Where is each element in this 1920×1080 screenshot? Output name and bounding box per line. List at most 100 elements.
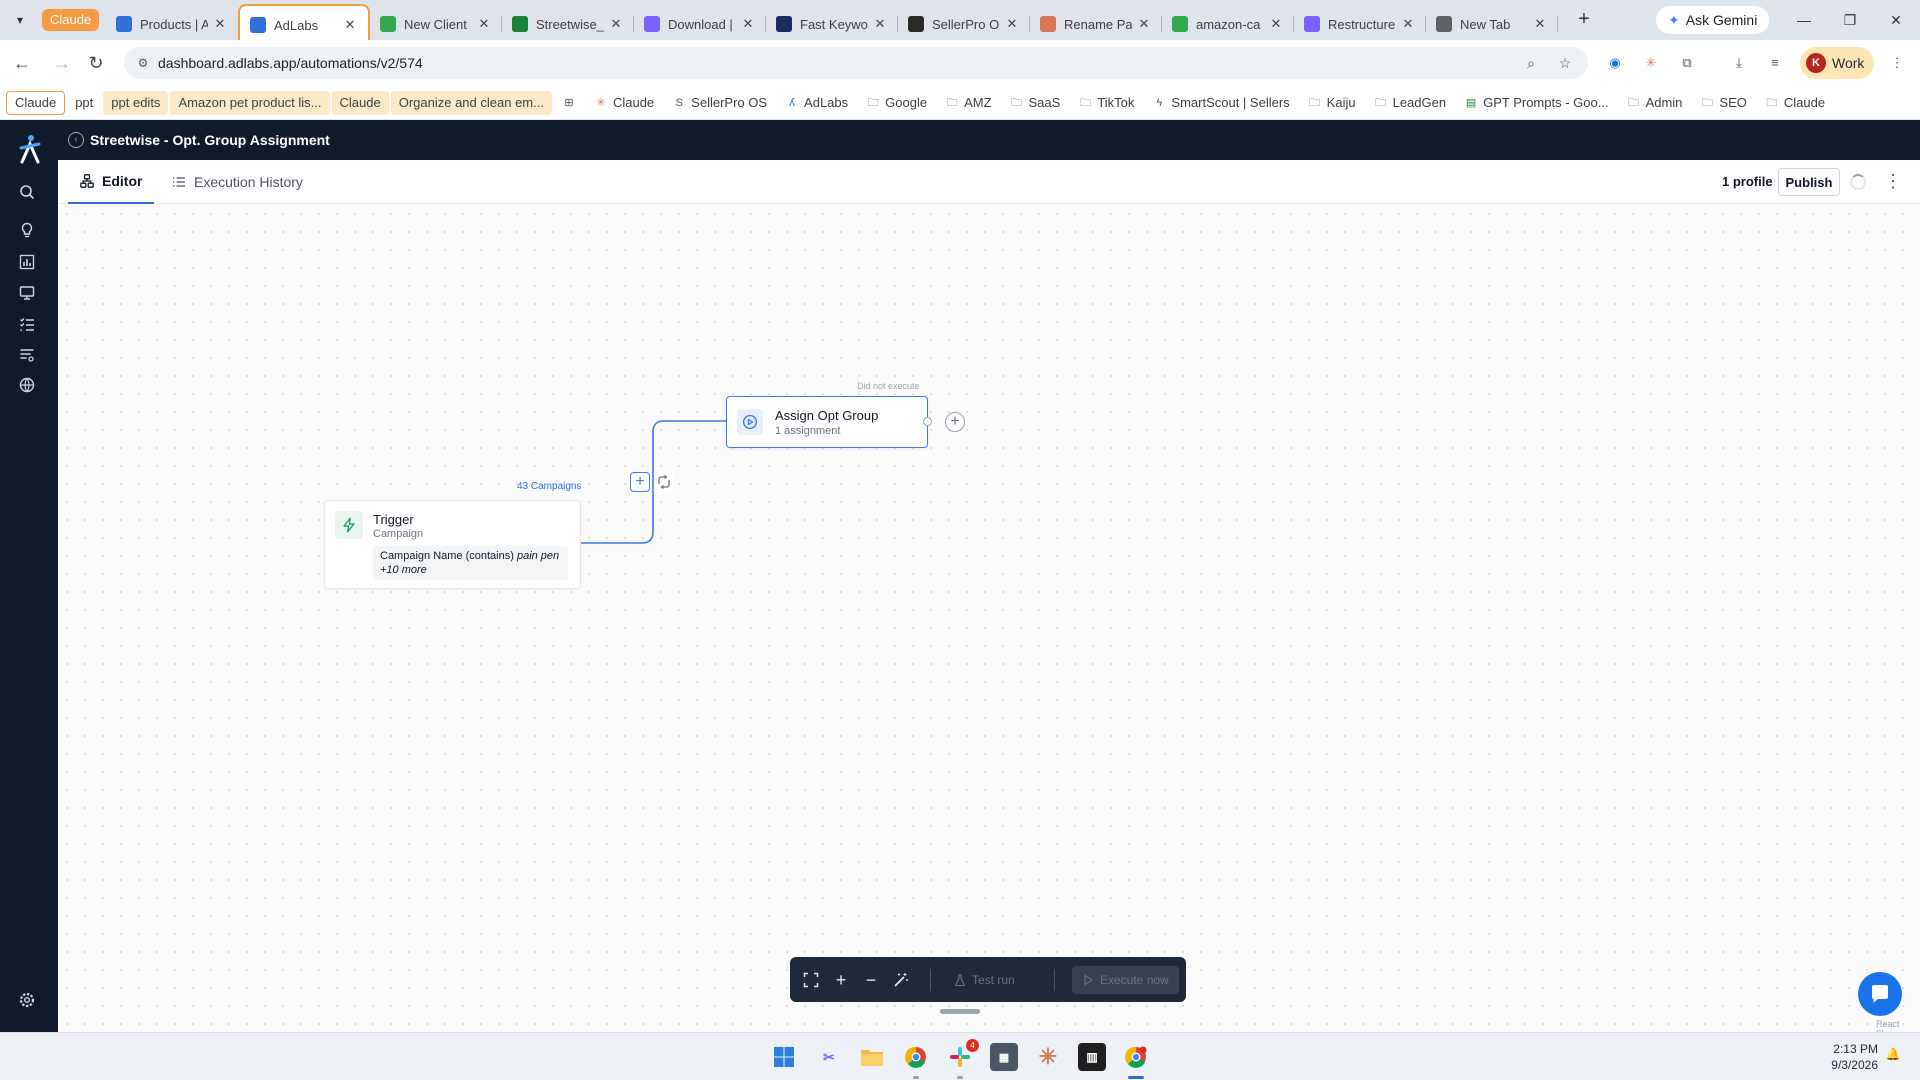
zoom-out-icon[interactable]: − — [858, 967, 884, 993]
bar-chart-icon[interactable] — [17, 252, 37, 272]
chrome-profile-taskbar-icon[interactable] — [1122, 1043, 1150, 1071]
add-next-step-button[interactable]: + — [945, 412, 965, 432]
file-explorer-icon[interactable] — [858, 1043, 886, 1071]
browser-tab[interactable]: New Client ✕ — [370, 8, 502, 40]
publish-button[interactable]: Publish — [1778, 168, 1840, 196]
settings-icon[interactable] — [17, 990, 37, 1010]
browser-tab[interactable]: Restructure ✕ — [1294, 8, 1426, 40]
bookmark-item[interactable]: 🗀 AMZ — [937, 91, 999, 115]
assign-opt-group-node[interactable]: Assign Opt Group 1 assignment — [726, 396, 928, 448]
bookmark-item[interactable]: 🗀 LeadGen — [1366, 91, 1455, 115]
back-arrow-icon[interactable]: ‹ — [68, 132, 84, 148]
bookmark-item[interactable]: 🗀 SaaS — [1002, 91, 1069, 115]
snipping-tool-icon[interactable]: ✂ — [815, 1043, 843, 1071]
bookmark-item[interactable]: ppt — [67, 91, 101, 115]
fit-view-icon[interactable] — [798, 967, 824, 993]
tab-execution-history[interactable]: Execution History — [172, 160, 303, 204]
tab-group-label[interactable]: Claude — [42, 9, 100, 31]
minimize-icon[interactable]: — — [1792, 8, 1816, 32]
claude-extension-icon[interactable]: ✳ — [1640, 52, 1662, 74]
calculator-icon[interactable]: ▦ — [990, 1043, 1018, 1071]
apps-shortcut[interactable]: ⊞ — [554, 91, 584, 115]
browser-tab[interactable]: Fast Keywor ✕ — [766, 8, 898, 40]
close-tab-icon[interactable]: ✕ — [1004, 16, 1020, 32]
adlabs-logo-icon[interactable] — [17, 134, 43, 164]
restore-icon[interactable]: ❐ — [1838, 8, 1862, 32]
chrome-menu-icon[interactable]: ⋮ — [1886, 52, 1908, 74]
analytics-app-icon[interactable]: ▥ — [1078, 1043, 1106, 1071]
automation-name[interactable]: Streetwise - Opt. Group Assignment — [90, 120, 330, 160]
tab-editor[interactable]: Editor — [68, 160, 155, 204]
more-options-icon[interactable]: ⋮ — [1884, 172, 1902, 192]
address-bar[interactable]: ⚙ dashboard.adlabs.app/automations/v2/57… — [124, 47, 1588, 79]
ask-gemini-button[interactable]: ✦ Ask Gemini — [1656, 6, 1770, 34]
bookmark-item[interactable]: ϟ SmartScout | Sellers — [1144, 91, 1297, 115]
claude-taskbar-icon[interactable]: ✳ — [1034, 1043, 1062, 1071]
auto-layout-wand-icon[interactable] — [888, 967, 914, 993]
action-output-handle[interactable] — [923, 417, 932, 426]
browser-tab[interactable]: New Tab ✕ — [1426, 8, 1558, 40]
bookmark-item[interactable]: Amazon pet product lis... — [170, 90, 330, 115]
flow-canvas[interactable] — [58, 205, 1920, 1032]
chrome-taskbar-icon[interactable] — [902, 1043, 930, 1071]
notification-bell-icon[interactable]: 🔔 — [1884, 1047, 1902, 1065]
trigger-node[interactable]: Trigger Campaign Campaign Name (contains… — [324, 500, 581, 589]
bookmark-item[interactable]: Claude — [331, 90, 389, 115]
bookmark-item[interactable]: ʎ AdLabs — [777, 91, 856, 115]
bookmark-item[interactable]: 🗀 Kaiju — [1300, 91, 1364, 115]
close-tab-icon[interactable]: ✕ — [342, 17, 358, 33]
close-tab-icon[interactable]: ✕ — [1136, 16, 1152, 32]
swap-edge-icon[interactable] — [654, 472, 674, 492]
add-step-button[interactable]: + — [630, 472, 650, 492]
panel-drag-handle[interactable] — [940, 1009, 980, 1014]
close-window-icon[interactable]: ✕ — [1884, 8, 1908, 32]
bookmark-item[interactable]: ppt edits — [103, 90, 169, 115]
bookmark-item[interactable]: 🗀 Google — [858, 91, 935, 115]
search-icon[interactable] — [17, 182, 37, 202]
media-control-icon[interactable]: ≡ — [1764, 52, 1786, 74]
bookmark-item[interactable]: ✳ Claude — [586, 91, 662, 115]
back-icon[interactable]: ← — [10, 51, 34, 75]
bookmark-item[interactable]: 🗀 TikTok — [1070, 91, 1142, 115]
test-run-button[interactable]: Test run — [944, 966, 1025, 994]
new-tab-button[interactable]: + — [1572, 8, 1596, 32]
close-tab-icon[interactable]: ✕ — [608, 16, 624, 32]
close-tab-icon[interactable]: ✕ — [872, 16, 888, 32]
support-chat-button[interactable] — [1858, 972, 1902, 1016]
url-text[interactable]: dashboard.adlabs.app/automations/v2/574 — [158, 47, 423, 79]
reload-icon[interactable]: ↻ — [84, 51, 108, 75]
close-tab-icon[interactable]: ✕ — [476, 16, 492, 32]
profile-button[interactable]: K Work — [1800, 47, 1874, 79]
close-tab-icon[interactable]: ✕ — [1400, 16, 1416, 32]
bookmark-item[interactable]: Claude — [6, 90, 66, 115]
system-clock[interactable]: 2:13 PM 9/3/2026 — [1800, 1041, 1878, 1073]
list-filter-icon[interactable] — [17, 345, 37, 365]
forward-icon[interactable]: → — [50, 51, 74, 75]
lightbulb-icon[interactable] — [17, 220, 37, 240]
zoom-icon[interactable]: ⌕ — [1522, 54, 1540, 72]
bookmark-item[interactable]: ▤ GPT Prompts - Goo... — [1456, 91, 1616, 115]
browser-tab[interactable]: Download | ✕ — [634, 8, 766, 40]
tab-search-icon[interactable]: ▾ — [8, 8, 32, 32]
close-tab-icon[interactable]: ✕ — [1532, 16, 1548, 32]
extensions-icon[interactable]: ⧉ — [1676, 52, 1698, 74]
globe-icon[interactable] — [17, 375, 37, 395]
close-tab-icon[interactable]: ✕ — [212, 16, 228, 32]
browser-tab[interactable]: Rename Pa ✕ — [1030, 8, 1162, 40]
bookmark-item[interactable]: 🗀 SEO — [1692, 91, 1754, 115]
bookmark-item[interactable]: 🗀 Claude — [1757, 91, 1833, 115]
download-icon[interactable]: ⤓ — [1728, 52, 1750, 74]
browser-tab[interactable]: Streetwise_ ✕ — [502, 8, 634, 40]
browser-tab[interactable]: Products | A ✕ — [106, 8, 238, 40]
site-info-icon[interactable]: ⚙ — [134, 54, 152, 72]
monitor-icon[interactable] — [17, 283, 37, 303]
windows-start-icon[interactable] — [770, 1043, 798, 1071]
bookmark-item[interactable]: S SellerPro OS — [664, 91, 775, 115]
bookmark-item[interactable]: 🗀 Admin — [1619, 91, 1691, 115]
bookmark-star-icon[interactable]: ☆ — [1556, 54, 1574, 72]
checklist-icon[interactable] — [17, 314, 37, 334]
bookmark-item[interactable]: Organize and clean em... — [390, 90, 552, 115]
browser-tab[interactable]: SellerPro O ✕ — [898, 8, 1030, 40]
close-tab-icon[interactable]: ✕ — [740, 16, 756, 32]
password-manager-icon[interactable]: ◉ — [1604, 52, 1626, 74]
